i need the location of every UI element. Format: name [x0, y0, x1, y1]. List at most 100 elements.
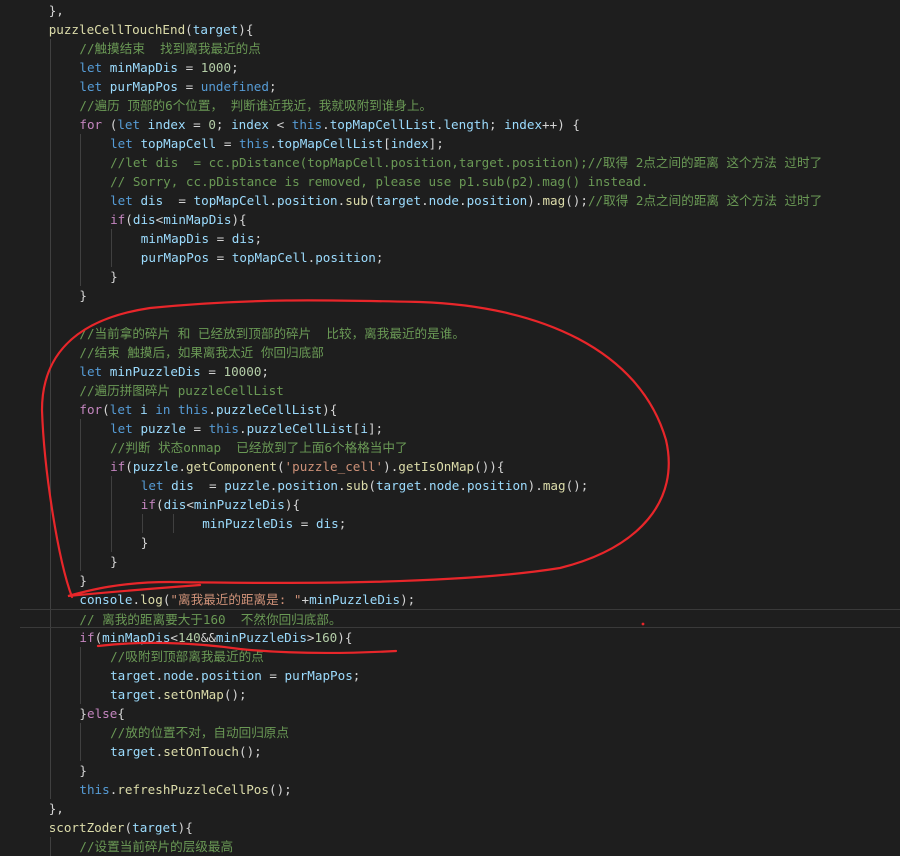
code-token: ( — [125, 212, 133, 227]
code-token: //放的位置不对，自动回归原点 — [110, 725, 289, 740]
code-line[interactable]: //结束 触摸后，如果离我太近 你回归底部 — [0, 343, 900, 362]
code-token: 140 — [178, 630, 201, 645]
code-token: index — [147, 117, 186, 132]
code-line[interactable]: let minPuzzleDis = 10000; — [0, 362, 900, 381]
code-token: let — [79, 79, 110, 94]
code-token: let — [79, 60, 110, 75]
code-line[interactable]: let minMapDis = 1000; — [0, 58, 900, 77]
code-token: (); — [239, 744, 262, 759]
code-line[interactable]: // Sorry, cc.pDistance is removed, pleas… — [0, 172, 900, 191]
code-token: purMapPos — [109, 79, 178, 94]
code-line[interactable]: minPuzzleDis = dis; — [0, 514, 900, 533]
code-token: (); — [268, 782, 292, 797]
code-line[interactable]: //遍历 顶部的6个位置， 判断谁近我近，我就吸附到谁身上。 — [0, 96, 900, 115]
code-token: 1000 — [200, 60, 232, 75]
code-line[interactable]: //吸附到顶部离我最近的点 — [0, 647, 900, 666]
code-line[interactable]: target.setOnMap(); — [0, 685, 900, 704]
code-line[interactable] — [0, 305, 900, 324]
code-token: = — [185, 421, 209, 436]
code-token: . — [459, 193, 467, 208]
code-line[interactable]: if(dis<minMapDis){ — [0, 210, 900, 229]
code-line[interactable]: //let dis = cc.pDistance(topMapCell.posi… — [0, 153, 900, 172]
code-token: node — [428, 193, 459, 208]
code-token: topMapCellList — [329, 117, 436, 132]
code-line[interactable]: scortZoder(target){ — [0, 818, 900, 837]
code-token: getIsOnMap — [398, 459, 475, 474]
code-token: ( — [155, 497, 164, 512]
code-token: position — [466, 193, 528, 208]
code-token: ). — [527, 193, 543, 208]
code-token: //设置当前碎片的层级最高 — [79, 839, 234, 854]
code-line[interactable]: //触摸结束 找到离我最近的点 — [0, 39, 900, 58]
code-line[interactable]: }else{ — [0, 704, 900, 723]
code-token: target — [192, 22, 239, 37]
code-line[interactable]: if(puzzle.getComponent('puzzle_cell').ge… — [0, 457, 900, 476]
code-token: . — [322, 117, 330, 132]
code-token: 160 — [314, 630, 338, 645]
code-token: let — [110, 421, 141, 436]
code-line[interactable]: let topMapCell = this.topMapCellList[ind… — [0, 134, 900, 153]
code-line[interactable]: // 离我的距离要大于160 不然你回归底部。 — [20, 609, 900, 628]
code-line[interactable]: } — [0, 286, 900, 305]
code-token: ). — [383, 459, 399, 474]
code-token: node — [163, 668, 194, 683]
code-token: } — [79, 763, 87, 778]
code-line[interactable]: minMapDis = dis; — [0, 229, 900, 248]
code-line[interactable]: puzzleCellTouchEnd(target){ — [0, 20, 900, 39]
code-line[interactable]: target.setOnTouch(); — [0, 742, 900, 761]
code-line[interactable]: target.node.position = purMapPos; — [0, 666, 900, 685]
code-token: minMapDis — [140, 231, 210, 246]
code-token: (); — [565, 193, 588, 208]
code-token: console — [79, 592, 133, 607]
code-token: let — [117, 117, 148, 132]
code-token: ; — [375, 250, 384, 265]
code-token: position — [201, 668, 262, 683]
code-token: } — [79, 706, 87, 721]
code-line[interactable]: this.refreshPuzzleCellPos(); — [0, 780, 900, 799]
code-line[interactable]: }, — [0, 799, 900, 818]
code-line[interactable]: } — [0, 552, 900, 571]
code-line[interactable]: //放的位置不对，自动回归原点 — [0, 723, 900, 742]
code-token: this — [291, 117, 323, 132]
code-line[interactable]: let dis = topMapCell.position.sub(target… — [0, 191, 900, 210]
code-line[interactable]: for (let index = 0; index < this.topMapC… — [0, 115, 900, 134]
code-token: target — [375, 193, 422, 208]
code-token: target — [110, 687, 156, 702]
code-line[interactable]: //判断 状态onmap 已经放到了上面6个格格当中了 — [0, 438, 900, 457]
code-token: ; — [215, 117, 232, 132]
code-token: ; — [268, 79, 277, 94]
code-line[interactable]: let purMapPos = undefined; — [0, 77, 900, 96]
code-line[interactable]: if(dis<minPuzzleDis){ — [0, 495, 900, 514]
code-token: index — [231, 117, 270, 132]
code-token: ). — [527, 478, 543, 493]
code-line[interactable]: } — [0, 267, 900, 286]
code-token: for — [79, 402, 103, 417]
code-token: < — [269, 117, 292, 132]
code-token: . — [338, 478, 346, 493]
code-line[interactable]: //当前拿的碎片 和 已经放到顶部的碎片 比较，离我最近的是谁。 — [0, 324, 900, 343]
code-token: //遍历拼图碎片 puzzleCellList — [79, 383, 284, 398]
code-editor[interactable]: }, puzzleCellTouchEnd(target){//触摸结束 找到离我… — [0, 0, 900, 856]
code-line[interactable]: } — [0, 533, 900, 552]
code-line[interactable]: if(minMapDis<140&&minPuzzleDis>160){ — [0, 628, 900, 647]
code-line[interactable]: //遍历拼图碎片 puzzleCellList — [0, 381, 900, 400]
code-token: target — [110, 744, 156, 759]
code-token: topMapCellList — [276, 136, 384, 151]
code-line[interactable]: } — [0, 571, 900, 590]
code-token: ; — [338, 516, 347, 531]
code-line[interactable]: }, — [0, 1, 900, 20]
code-line[interactable]: let dis = puzzle.position.sub(target.nod… — [0, 476, 900, 495]
code-token: in — [147, 402, 179, 417]
code-token: ){ — [284, 497, 301, 512]
code-token: < — [186, 497, 194, 512]
code-token: this — [178, 402, 209, 417]
code-token: ]; — [367, 421, 384, 436]
code-line[interactable]: console.log("离我最近的距离是: "+minPuzzleDis); — [0, 590, 900, 609]
code-line[interactable]: for(let i in this.puzzleCellList){ — [0, 400, 900, 419]
code-token: if — [79, 630, 95, 645]
code-line[interactable]: purMapPos = topMapCell.position; — [0, 248, 900, 267]
code-line[interactable]: let puzzle = this.puzzleCellList[i]; — [0, 419, 900, 438]
code-line[interactable]: } — [0, 761, 900, 780]
code-token: (); — [565, 478, 589, 493]
code-token: ( — [102, 402, 110, 417]
